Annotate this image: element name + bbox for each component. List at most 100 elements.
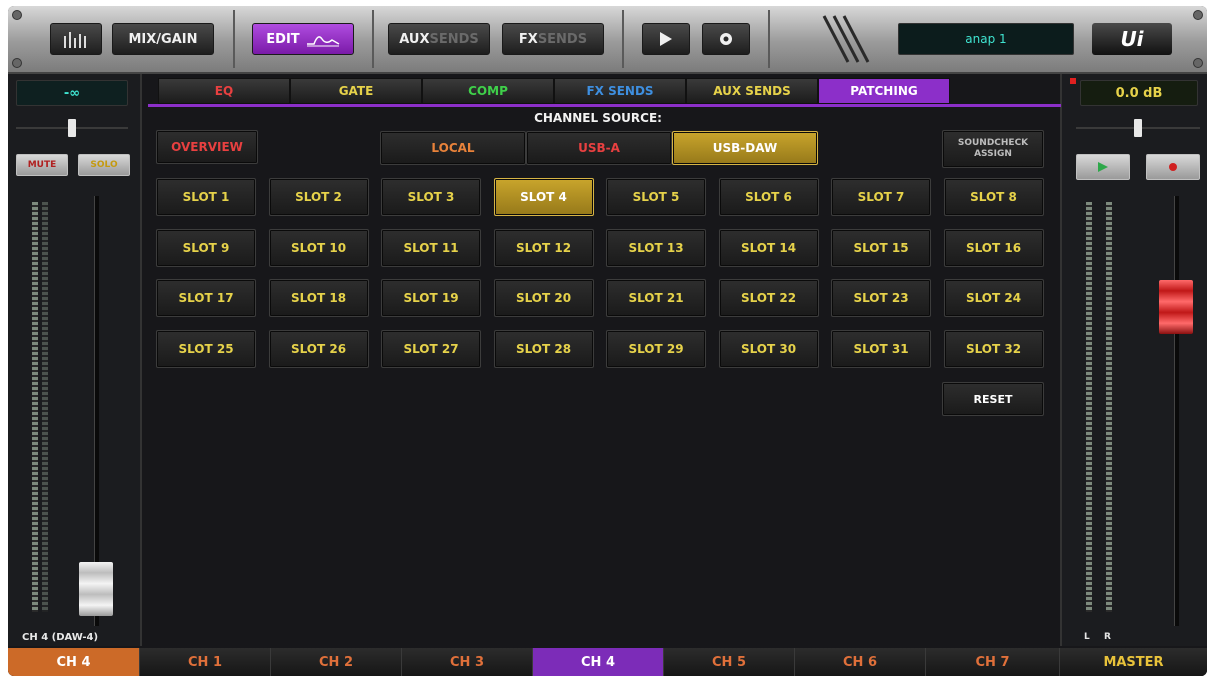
tab-underline <box>148 104 1061 107</box>
slot-button-20[interactable]: SLOT 20 <box>493 279 594 317</box>
record-button[interactable] <box>1146 154 1200 180</box>
channel-button-1[interactable]: CH 1 <box>140 648 271 676</box>
master-gain-display[interactable]: 0.0 dB <box>1080 80 1198 106</box>
tab-gate[interactable]: GATE <box>290 78 422 104</box>
ui-logo[interactable]: Ui <box>1092 23 1172 55</box>
slot-button-12[interactable]: SLOT 12 <box>493 228 594 267</box>
source-usb-a-button[interactable]: USB-A <box>526 131 672 165</box>
master-strip: 0.0 dB L R <box>1060 74 1207 646</box>
tab-comp-label: COMP <box>468 84 508 98</box>
slot-button-22[interactable]: SLOT 22 <box>718 279 819 317</box>
slot-button-18[interactable]: SLOT 18 <box>268 279 369 317</box>
eq-curve-icon <box>306 36 340 47</box>
slot-button-31[interactable]: SLOT 31 <box>831 329 931 368</box>
aux-sends-button[interactable]: AUX SENDS <box>388 23 490 55</box>
tab-gate-label: GATE <box>338 84 374 98</box>
slot-button-24[interactable]: SLOT 24 <box>943 279 1044 317</box>
faders-icon <box>64 32 86 48</box>
slot-button-13[interactable]: SLOT 13 <box>606 228 706 267</box>
reset-button[interactable]: RESET <box>942 382 1044 416</box>
meter-right-label: R <box>1104 632 1111 642</box>
settings-button[interactable] <box>702 23 750 55</box>
channel-button-2[interactable]: CH 2 <box>271 648 402 676</box>
slot-button-7[interactable]: SLOT 7 <box>831 178 931 216</box>
mixer-view-button[interactable] <box>50 23 102 55</box>
master-meter-left <box>1086 202 1092 612</box>
slot-button-10[interactable]: SLOT 10 <box>268 228 369 267</box>
mix-gain-button[interactable]: MIX/GAIN <box>112 23 214 55</box>
tab-aux-sends[interactable]: AUX SENDS <box>686 78 818 104</box>
gain-display[interactable]: -∞ <box>16 80 128 106</box>
play-button[interactable] <box>642 23 690 55</box>
slot-button-17[interactable]: SLOT 17 <box>156 279 256 317</box>
tab-eq-label: EQ <box>214 84 234 98</box>
play-icon <box>660 32 672 46</box>
slot-button-3[interactable]: SLOT 3 <box>381 178 481 216</box>
edit-button[interactable]: EDIT <box>252 23 354 55</box>
tab-patching[interactable]: PATCHING <box>818 78 950 104</box>
pan-knob[interactable] <box>68 119 76 137</box>
edit-tabs: EQ GATE COMP FX SENDS AUX SENDS PATCHING <box>148 78 1053 104</box>
brand-stripes-icon <box>822 15 870 63</box>
meter-left-label: L <box>1084 632 1090 642</box>
play-button[interactable] <box>1076 154 1130 180</box>
tab-fx-sends-label: FX SENDS <box>586 84 654 98</box>
slot-button-26[interactable]: SLOT 26 <box>268 329 369 368</box>
soundcheck-assign-button[interactable]: SOUNDCHECK ASSIGN <box>942 130 1044 168</box>
record-icon <box>1169 163 1177 171</box>
channel-source-title: CHANNEL SOURCE: <box>534 111 662 125</box>
slot-button-1[interactable]: SLOT 1 <box>156 178 256 216</box>
slot-button-15[interactable]: SLOT 15 <box>831 228 931 267</box>
slot-button-8[interactable]: SLOT 8 <box>943 178 1044 216</box>
source-usb-daw-button[interactable]: USB-DAW <box>672 131 818 165</box>
channel-button-5[interactable]: CH 5 <box>664 648 795 676</box>
mute-button[interactable]: MUTE <box>16 154 68 176</box>
snapshot-display[interactable]: anap 1 <box>898 23 1074 55</box>
screw-icon <box>1193 10 1203 20</box>
slot-button-16[interactable]: SLOT 16 <box>943 228 1044 267</box>
master-pan-knob[interactable] <box>1134 119 1142 137</box>
slot-button-30[interactable]: SLOT 30 <box>718 329 819 368</box>
tab-aux-sends-label: AUX SENDS <box>713 84 791 98</box>
slot-button-11[interactable]: SLOT 11 <box>381 228 481 267</box>
slot-button-29[interactable]: SLOT 29 <box>606 329 706 368</box>
fx-sends-button[interactable]: FX SENDS <box>502 23 604 55</box>
channel-button-4[interactable]: CH 4 <box>533 648 664 676</box>
screw-icon <box>12 58 22 68</box>
slot-button-6[interactable]: SLOT 6 <box>718 178 819 216</box>
edit-label: EDIT <box>266 31 300 47</box>
slot-button-23[interactable]: SLOT 23 <box>831 279 931 317</box>
channel-button-3[interactable]: CH 3 <box>402 648 533 676</box>
slot-button-27[interactable]: SLOT 27 <box>381 329 481 368</box>
play-icon <box>1098 162 1108 172</box>
slot-button-9[interactable]: SLOT 9 <box>156 228 256 267</box>
master-fader-knob[interactable] <box>1159 280 1193 334</box>
channel-button-7[interactable]: CH 7 <box>926 648 1060 676</box>
source-local-button[interactable]: LOCAL <box>380 131 526 165</box>
slot-button-25[interactable]: SLOT 25 <box>156 329 256 368</box>
tab-eq[interactable]: EQ <box>158 78 290 104</box>
current-channel-button[interactable]: CH 4 <box>8 648 140 676</box>
input-level-meter <box>32 202 38 612</box>
channel-button-6[interactable]: CH 6 <box>795 648 926 676</box>
mixer-window: MIX/GAIN EDIT AUX SENDS FX SENDS anap 1 … <box>8 6 1207 676</box>
master-meter-right <box>1106 202 1112 612</box>
aux-label: AUX <box>399 31 430 47</box>
clip-indicator <box>1070 78 1076 84</box>
overview-button[interactable]: OVERVIEW <box>156 130 258 164</box>
channel-fader-knob[interactable] <box>79 562 113 616</box>
slot-button-2[interactable]: SLOT 2 <box>268 178 369 216</box>
solo-button[interactable]: SOLO <box>78 154 130 176</box>
slot-button-21[interactable]: SLOT 21 <box>606 279 706 317</box>
slot-button-5[interactable]: SLOT 5 <box>606 178 706 216</box>
channel-name-label: CH 4 (DAW-4) <box>22 632 99 643</box>
slot-button-14[interactable]: SLOT 14 <box>718 228 819 267</box>
tab-fx-sends[interactable]: FX SENDS <box>554 78 686 104</box>
slot-button-32[interactable]: SLOT 32 <box>943 329 1044 368</box>
slot-button-4[interactable]: SLOT 4 <box>493 178 594 216</box>
gear-icon <box>720 33 732 45</box>
slot-button-19[interactable]: SLOT 19 <box>381 279 481 317</box>
master-button[interactable]: MASTER <box>1060 648 1207 676</box>
tab-comp[interactable]: COMP <box>422 78 554 104</box>
slot-button-28[interactable]: SLOT 28 <box>493 329 594 368</box>
